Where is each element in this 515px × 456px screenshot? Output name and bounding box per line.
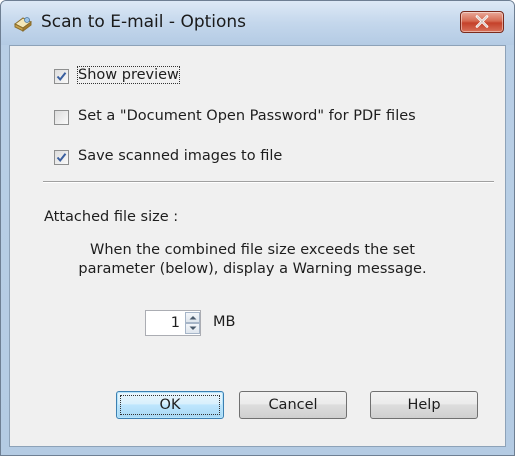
file-size-stepper[interactable]: 1	[145, 310, 201, 336]
spin-down-arrow-icon	[189, 326, 197, 330]
ok-button-focus-ring	[120, 395, 220, 415]
spin-up-button[interactable]	[185, 312, 200, 323]
save-to-file-label[interactable]: Save scanned images to file	[78, 148, 282, 164]
checkmark-icon	[56, 72, 67, 82]
close-icon	[475, 15, 489, 28]
pdf-password-label[interactable]: Set a "Document Open Password" for PDF f…	[78, 108, 416, 124]
warning-description: When the combined file size exceeds the …	[40, 241, 465, 279]
help-button[interactable]: Help	[370, 391, 478, 419]
warning-description-line-1: When the combined file size exceeds the …	[90, 242, 415, 258]
save-to-file-checkbox[interactable]	[54, 150, 69, 165]
file-size-value[interactable]: 1	[171, 315, 180, 331]
cancel-button[interactable]: Cancel	[239, 391, 347, 419]
show-preview-checkbox[interactable]	[54, 69, 69, 84]
separator	[43, 181, 494, 183]
dialog-body: Show preview Set a "Document Open Passwo…	[9, 45, 506, 447]
spin-up-arrow-icon	[189, 316, 197, 320]
pdf-password-checkbox[interactable]	[54, 110, 69, 125]
help-button-label: Help	[407, 397, 441, 413]
checkmark-icon	[56, 153, 67, 163]
spin-down-button[interactable]	[185, 323, 200, 334]
show-preview-label[interactable]: Show preview	[77, 66, 180, 84]
window-title: Scan to E-mail - Options	[41, 12, 247, 32]
file-size-heading: Attached file size :	[44, 209, 179, 225]
ok-button[interactable]: OK	[116, 391, 224, 419]
file-size-unit: MB	[213, 314, 236, 330]
close-button[interactable]	[460, 11, 504, 33]
scan-to-email-options-dialog: Scan to E-mail - Options Show preview Se…	[0, 0, 515, 456]
scanner-mail-icon	[13, 15, 33, 33]
title-bar[interactable]: Scan to E-mail - Options	[1, 1, 514, 45]
cancel-button-label: Cancel	[268, 397, 318, 413]
warning-description-line-2: parameter (below), display a Warning mes…	[78, 261, 427, 277]
